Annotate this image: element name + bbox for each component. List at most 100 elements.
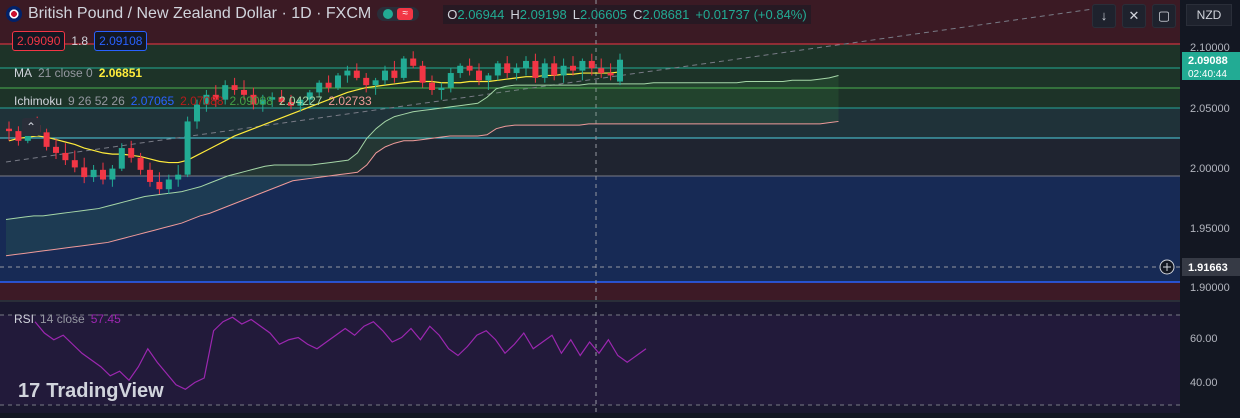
maximize-button[interactable]: ▢ — [1152, 4, 1176, 28]
crosshair-price-label: 1.91663 — [1188, 262, 1228, 274]
ma-value: 2.06851 — [98, 66, 143, 80]
candle-body — [344, 70, 351, 76]
rsi-legend[interactable]: RSI 14 close 57.45 — [14, 312, 121, 326]
ma-params: 21 close 0 — [38, 66, 93, 80]
close-icon: ✕ — [1128, 8, 1140, 23]
price-tick-label: 2.00000 — [1190, 163, 1230, 175]
chevron-up-icon: ⌃ — [25, 120, 37, 134]
candle-body — [541, 63, 548, 78]
ichimoku-name: Ichimoku — [14, 94, 63, 108]
candle-body — [81, 167, 88, 178]
arrow-down-icon: ↓ — [1100, 8, 1108, 23]
rsi-params: 14 close — [40, 312, 85, 326]
candle-body — [128, 148, 135, 158]
ma-legend[interactable]: MA 21 close 0 2.06851 — [14, 66, 142, 80]
candle-body — [466, 65, 473, 71]
candle-body — [598, 68, 605, 74]
candle-body — [579, 60, 586, 71]
candle-body — [523, 60, 529, 69]
countdown-label: 02:40:44 — [1188, 69, 1227, 80]
candle-body — [231, 85, 238, 90]
tradingview-logo[interactable]: 17 TradingView — [18, 380, 164, 403]
candle-body — [325, 82, 332, 88]
ohlc-readout: O2.06944 H2.09198 L2.06605 C2.08681 +0.0… — [443, 4, 811, 24]
scroll-down-button[interactable]: ↓ — [1092, 4, 1116, 28]
candle-body — [504, 63, 511, 74]
tradingview-wordmark: TradingView — [46, 380, 164, 402]
candle-body — [137, 157, 144, 170]
bid-ask-panel: 2.09090 1.8 2.09108 — [12, 31, 148, 51]
candle-body — [494, 63, 501, 76]
candle-body — [532, 60, 539, 78]
candle-body — [156, 181, 163, 190]
flag-icon — [6, 6, 22, 22]
candle-body — [165, 179, 172, 190]
change-value: +0.01737 (+0.84%) — [695, 6, 807, 22]
ichimoku-value-2: 2.07088 — [180, 94, 224, 108]
candle-body — [43, 132, 50, 147]
candle-body — [391, 70, 398, 78]
candle-body — [71, 160, 78, 168]
candle-body — [447, 73, 454, 88]
candle-body — [560, 65, 567, 76]
candle-body — [15, 131, 22, 141]
candle-body — [570, 65, 576, 71]
tradingview-mark-icon: 17 — [18, 380, 41, 402]
ichimoku-legend[interactable]: Ichimoku 9 26 52 26 2.07065 2.07088 2.09… — [14, 94, 372, 108]
chart-window: 2.10000 2.05000 2.00000 1.95000 1.90000 60.00… — [0, 0, 1240, 413]
candle-body — [90, 169, 97, 178]
candle-body — [184, 121, 191, 175]
close-value: 2.08681 — [642, 6, 690, 22]
candle-body — [316, 82, 323, 93]
zone-gray — [0, 138, 1180, 176]
symbol-title[interactable]: British Pound / New Zealand Dollar · 1D … — [28, 5, 371, 23]
price-tick-label: 2.05000 — [1190, 103, 1230, 115]
rsi-band — [0, 315, 1180, 405]
candle-body — [617, 59, 623, 82]
candle-body — [485, 75, 492, 81]
crosshair-plus-icon[interactable] — [1159, 259, 1175, 275]
ichimoku-value-5: 2.02733 — [328, 94, 372, 108]
candle-body — [419, 65, 426, 83]
candle-body — [6, 128, 12, 132]
candle-body — [118, 148, 125, 169]
ma-name: MA — [14, 66, 32, 80]
price-chart[interactable]: 2.100002.050002.000001.950001.9000060.00… — [0, 0, 1240, 413]
candle-body — [147, 169, 153, 182]
chart-toolbar: ↓ ✕ ▢ — [1092, 4, 1176, 28]
rsi-value: 57.45 — [90, 312, 121, 326]
market-open-icon — [383, 9, 394, 19]
wave-icon: ≈ — [397, 8, 414, 20]
price-tick-label: 1.95000 — [1190, 223, 1230, 235]
open-value: 2.06944 — [457, 6, 505, 22]
sell-price-button[interactable]: 2.09090 — [12, 31, 66, 51]
close-button[interactable]: ✕ — [1122, 4, 1146, 28]
price-tick-label: 1.90000 — [1190, 282, 1230, 294]
chart-header: British Pound / New Zealand Dollar · 1D … — [6, 4, 811, 24]
candle-body — [438, 87, 445, 90]
ichimoku-value-3: 2.09088 — [229, 94, 273, 108]
high-value: 2.09198 — [519, 6, 567, 22]
status-pill[interactable]: ≈ — [377, 7, 420, 21]
candle-body — [335, 75, 341, 88]
candle-body — [382, 70, 388, 81]
low-value: 2.06605 — [579, 6, 627, 22]
candle-body — [109, 168, 116, 180]
candle-body — [363, 77, 370, 86]
collapse-legend-button[interactable]: ⌃ — [22, 118, 40, 136]
candle-body — [429, 82, 435, 90]
candle-body — [175, 174, 182, 180]
currency-selector[interactable]: NZD — [1186, 4, 1232, 26]
candle-body — [353, 70, 360, 78]
spread-value: 1.8 — [71, 34, 89, 48]
rsi-tick-label: 40.00 — [1190, 377, 1218, 389]
buy-price-button[interactable]: 2.09108 — [94, 31, 148, 51]
candle-body — [588, 60, 595, 69]
fullscreen-icon: ▢ — [1157, 8, 1171, 23]
ichimoku-value-4: 2.04227 — [278, 94, 323, 108]
candle-body — [551, 63, 558, 76]
candle-body — [513, 68, 520, 74]
candle-body — [53, 146, 59, 153]
candle-body — [607, 73, 614, 76]
candle-body — [476, 70, 482, 81]
